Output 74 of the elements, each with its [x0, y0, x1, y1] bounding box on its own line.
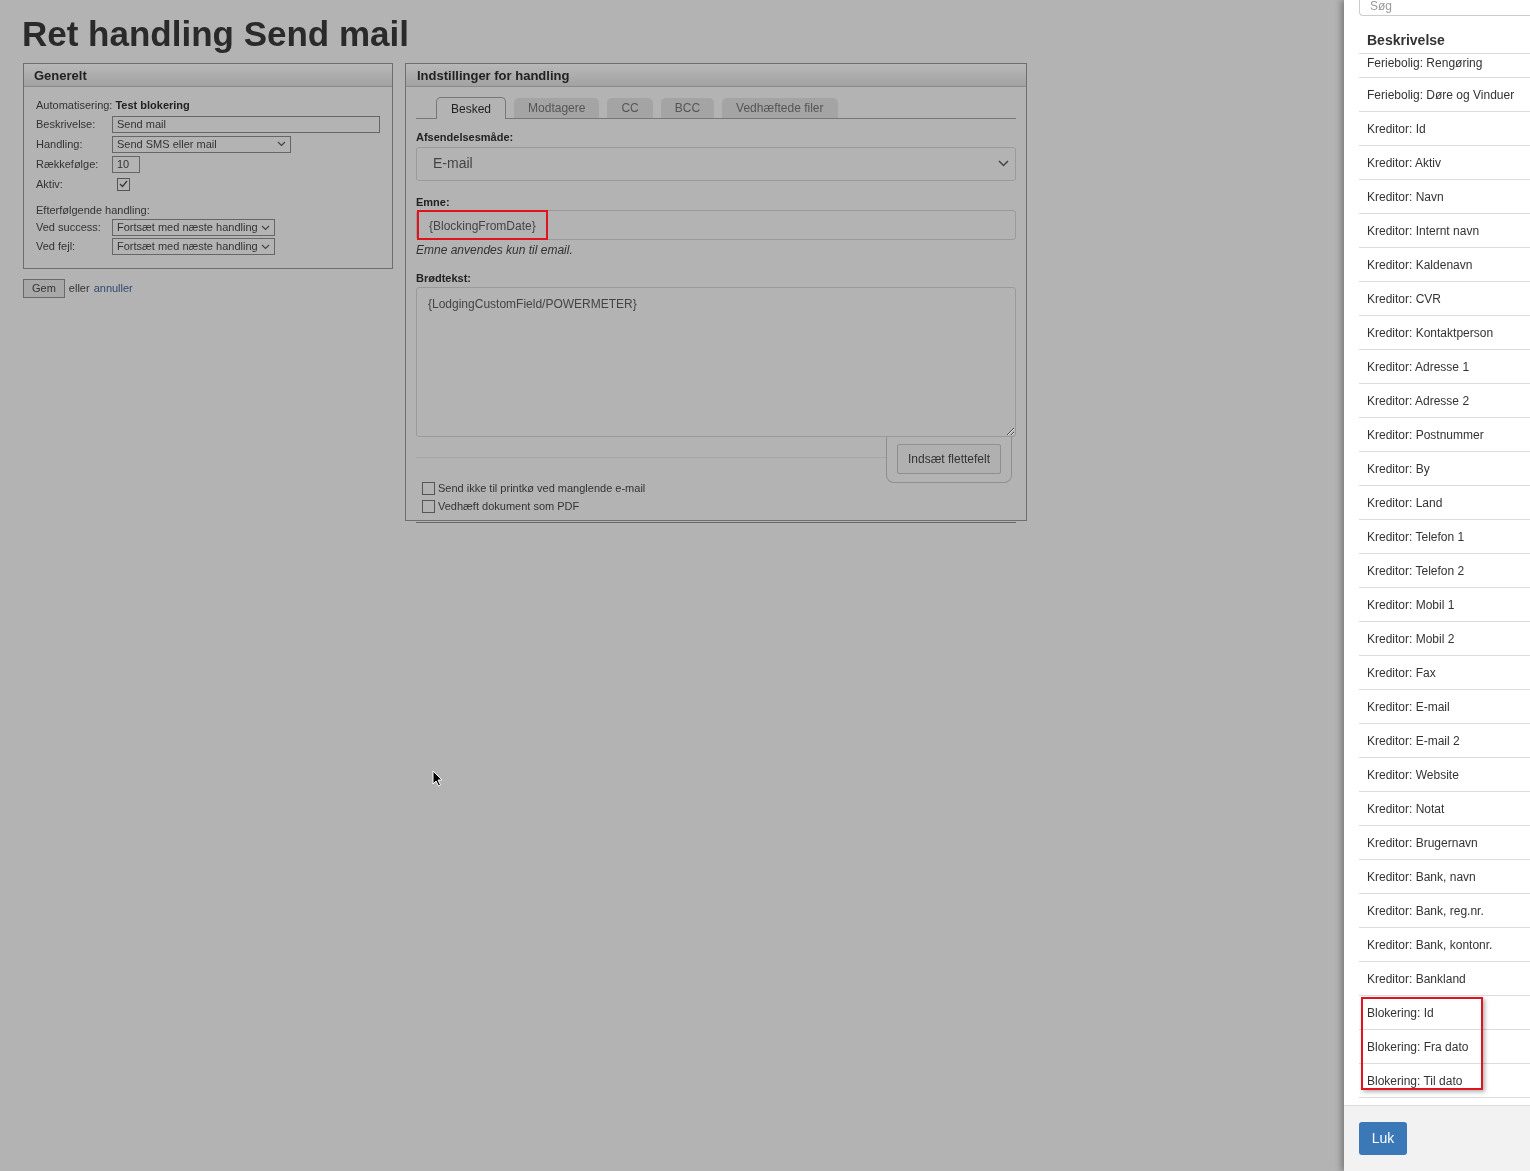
merge-field-item[interactable]: Blokering: Til dato	[1359, 1064, 1530, 1098]
merge-field-item[interactable]: Kreditor: Fax	[1359, 656, 1530, 690]
followup-select[interactable]: Fortsæt med næste handling	[112, 219, 275, 236]
merge-field-item[interactable]: Kreditor: Adresse 1	[1359, 350, 1530, 384]
merge-field-item[interactable]: Kreditor: Telefon 1	[1359, 520, 1530, 554]
field-label: Brødtekst:	[416, 271, 472, 286]
merge-field-item[interactable]: Kreditor: Navn	[1359, 180, 1530, 214]
close-button[interactable]: Luk	[1359, 1122, 1407, 1155]
or-text: eller	[68, 281, 90, 297]
field-value: {BlockingFromDate}	[417, 210, 548, 240]
chevron-down-icon	[260, 243, 270, 250]
field-label: Ved success:	[36, 220, 102, 236]
field-label: Emne:	[416, 194, 451, 210]
page-title: Ret handling Send mail	[22, 13, 409, 55]
merge-field-item[interactable]: Kreditor: E-mail 2	[1359, 724, 1530, 758]
field-label: Rækkefølge:	[36, 156, 100, 172]
checkbox[interactable]	[422, 500, 435, 513]
merge-field-item[interactable]: Kreditor: Brugernavn	[1359, 826, 1530, 860]
merge-field-item[interactable]: Kreditor: Land	[1359, 486, 1530, 520]
merge-field-item[interactable]: Kreditor: Mobil 2	[1359, 622, 1530, 656]
text-field[interactable]: Send mail	[112, 115, 380, 133]
chevron-down-icon	[998, 160, 1009, 167]
merge-field-item[interactable]: Kreditor: Id	[1359, 112, 1530, 146]
panel-title: Indstillinger for handling	[406, 64, 1026, 87]
merge-field-item[interactable]: Kreditor: E-mail	[1359, 690, 1530, 724]
merge-field-item[interactable]: Feriebolig: Rengøring	[1359, 54, 1530, 78]
merge-field-item[interactable]: Kreditor: Postnummer	[1359, 418, 1530, 452]
merge-field-item[interactable]: Blokering: Id	[1359, 996, 1530, 1030]
merge-field-item[interactable]: Kreditor: Bankland	[1359, 962, 1530, 996]
number-field[interactable]: 10	[112, 155, 140, 173]
hint-text: Emne anvendes kun til email.	[416, 242, 574, 259]
merge-field-item[interactable]: Kreditor: Aktiv	[1359, 146, 1530, 180]
checkbox-label: Send ikke til printkø ved manglende e-mail	[438, 481, 646, 497]
search-field[interactable]: Søg	[1359, 0, 1530, 16]
merge-field-item[interactable]: Kreditor: Internt navn	[1359, 214, 1530, 248]
send-method-select[interactable]: E-mail	[416, 146, 1016, 181]
body-textarea[interactable]: {LodgingCustomField/POWERMETER}	[416, 286, 1016, 437]
chevron-down-icon	[260, 224, 270, 231]
merge-field-item[interactable]: Kreditor: Kaldenavn	[1359, 248, 1530, 282]
cancel-link[interactable]: annuller	[93, 280, 133, 297]
merge-field-item[interactable]: Kreditor: Mobil 1	[1359, 588, 1530, 622]
checkbox[interactable]	[422, 482, 435, 495]
merge-field-item[interactable]: Kreditor: Adresse 2	[1359, 384, 1530, 418]
merge-field-item[interactable]: Feriebolig: Døre og Vinduer	[1359, 78, 1530, 112]
checkbox-label: Vedhæft dokument som PDF	[438, 499, 580, 515]
action-select[interactable]: Send SMS eller mail	[112, 135, 291, 153]
merge-field-item[interactable]: Blokering: Fra dato	[1359, 1030, 1530, 1064]
merge-field-item[interactable]: Kreditor: CVR	[1359, 282, 1530, 316]
field-label: Beskrivelse:	[36, 116, 97, 132]
column-heading: Beskrivelse	[1367, 31, 1446, 50]
chevron-down-icon	[277, 141, 286, 147]
merge-field-item[interactable]: Kreditor: Notat	[1359, 792, 1530, 826]
save-button[interactable]: Gem	[23, 279, 65, 298]
field-label: Handling:	[36, 136, 84, 152]
panel-title: Generelt	[24, 64, 392, 87]
subject-field[interactable]: {BlockingFromDate}	[416, 210, 1016, 240]
section-label: Efterfølgende handling:	[36, 203, 151, 218]
checkbox[interactable]	[117, 177, 130, 191]
merge-field-item[interactable]: Kreditor: Bank, navn	[1359, 860, 1530, 894]
mouse-pointer-icon	[432, 770, 443, 787]
field-label: Afsendelsesmåde:	[416, 130, 515, 145]
merge-field-item[interactable]: Kreditor: Kontaktperson	[1359, 316, 1530, 350]
merge-field-item[interactable]: Kreditor: Bank, kontonr.	[1359, 928, 1530, 962]
field-label: Aktiv:	[36, 176, 64, 192]
merge-field-item[interactable]: Kreditor: Bank, reg.nr.	[1359, 894, 1530, 928]
merge-field-item[interactable]: Kreditor: Website	[1359, 758, 1530, 792]
automation-name: Test blokering	[115, 98, 190, 114]
merge-field-item[interactable]: Kreditor: By	[1359, 452, 1530, 486]
field-label: Ved fejl:	[36, 239, 77, 255]
insert-merge-field-button[interactable]: Indsæt flettefelt	[896, 444, 1001, 474]
tab[interactable]: Besked	[436, 97, 507, 119]
field-label: Automatisering:	[36, 98, 113, 114]
followup-select[interactable]: Fortsæt med næste handling	[112, 238, 275, 255]
merge-field-item[interactable]: Kreditor: Telefon 2	[1359, 554, 1530, 588]
